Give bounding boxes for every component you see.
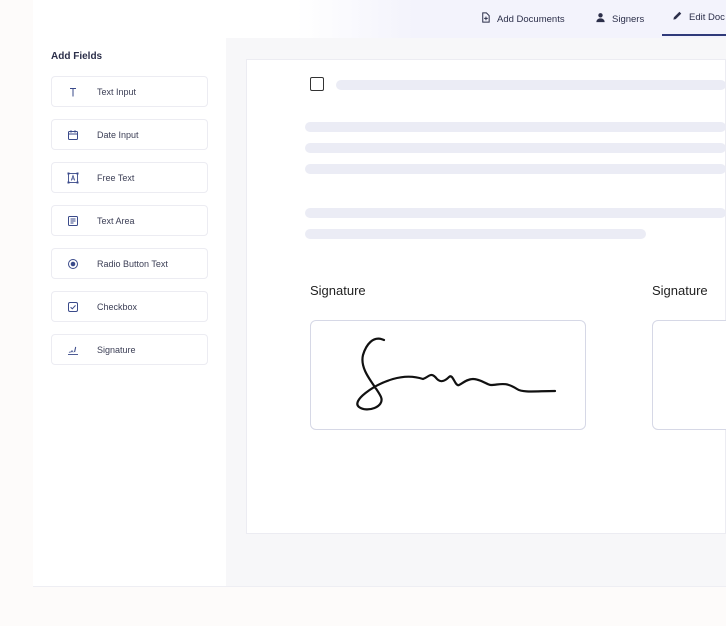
placeholder-line (336, 80, 726, 90)
tab-edit-document[interactable]: Edit Doc (662, 0, 726, 36)
field-label: Free Text (97, 172, 135, 183)
signature-icon (67, 344, 79, 356)
field-label: Signature (97, 344, 136, 355)
signature-field[interactable] (310, 320, 586, 430)
tab-signers[interactable]: Signers (595, 0, 644, 38)
user-icon (595, 12, 606, 26)
signature-label: Signature (652, 283, 708, 298)
field-label: Text Area (97, 215, 135, 226)
tab-add-documents[interactable]: Add Documents (480, 0, 565, 38)
field-date-input[interactable]: Date Input (51, 119, 208, 150)
text-icon (67, 86, 79, 98)
field-label: Radio Button Text (97, 258, 168, 269)
tab-label: Add Documents (497, 13, 565, 25)
free-text-icon (67, 172, 79, 184)
calendar-icon (67, 129, 79, 141)
placeholder-line (305, 122, 726, 132)
text-area-icon (67, 215, 79, 227)
signature-label: Signature (310, 283, 366, 298)
tab-label: Edit Doc (689, 11, 725, 23)
placeholder-line (305, 208, 726, 218)
radio-icon (67, 258, 79, 270)
field-text-area[interactable]: Text Area (51, 205, 208, 236)
field-label: Date Input (97, 129, 139, 140)
field-label: Checkbox (97, 301, 138, 312)
field-signature[interactable]: Signature (51, 334, 208, 365)
handwritten-signature (356, 337, 557, 411)
field-free-text[interactable]: Free Text (51, 162, 208, 193)
document-add-icon (480, 12, 491, 26)
placeholder-line (305, 229, 646, 239)
tab-label: Signers (612, 13, 645, 25)
field-text-input[interactable]: Text Input (51, 76, 208, 107)
panel-title: Add Fields (51, 51, 103, 62)
signature-field[interactable] (652, 320, 726, 430)
field-label: Text Input (97, 86, 137, 97)
field-checkbox[interactable]: Checkbox (51, 291, 208, 322)
placeholder-line (305, 164, 726, 174)
field-radio-button-text[interactable]: Radio Button Text (51, 248, 208, 279)
checkbox-icon (67, 301, 79, 313)
document-checkbox[interactable] (310, 77, 324, 91)
pencil-icon (672, 10, 683, 24)
placeholder-line (305, 143, 726, 153)
